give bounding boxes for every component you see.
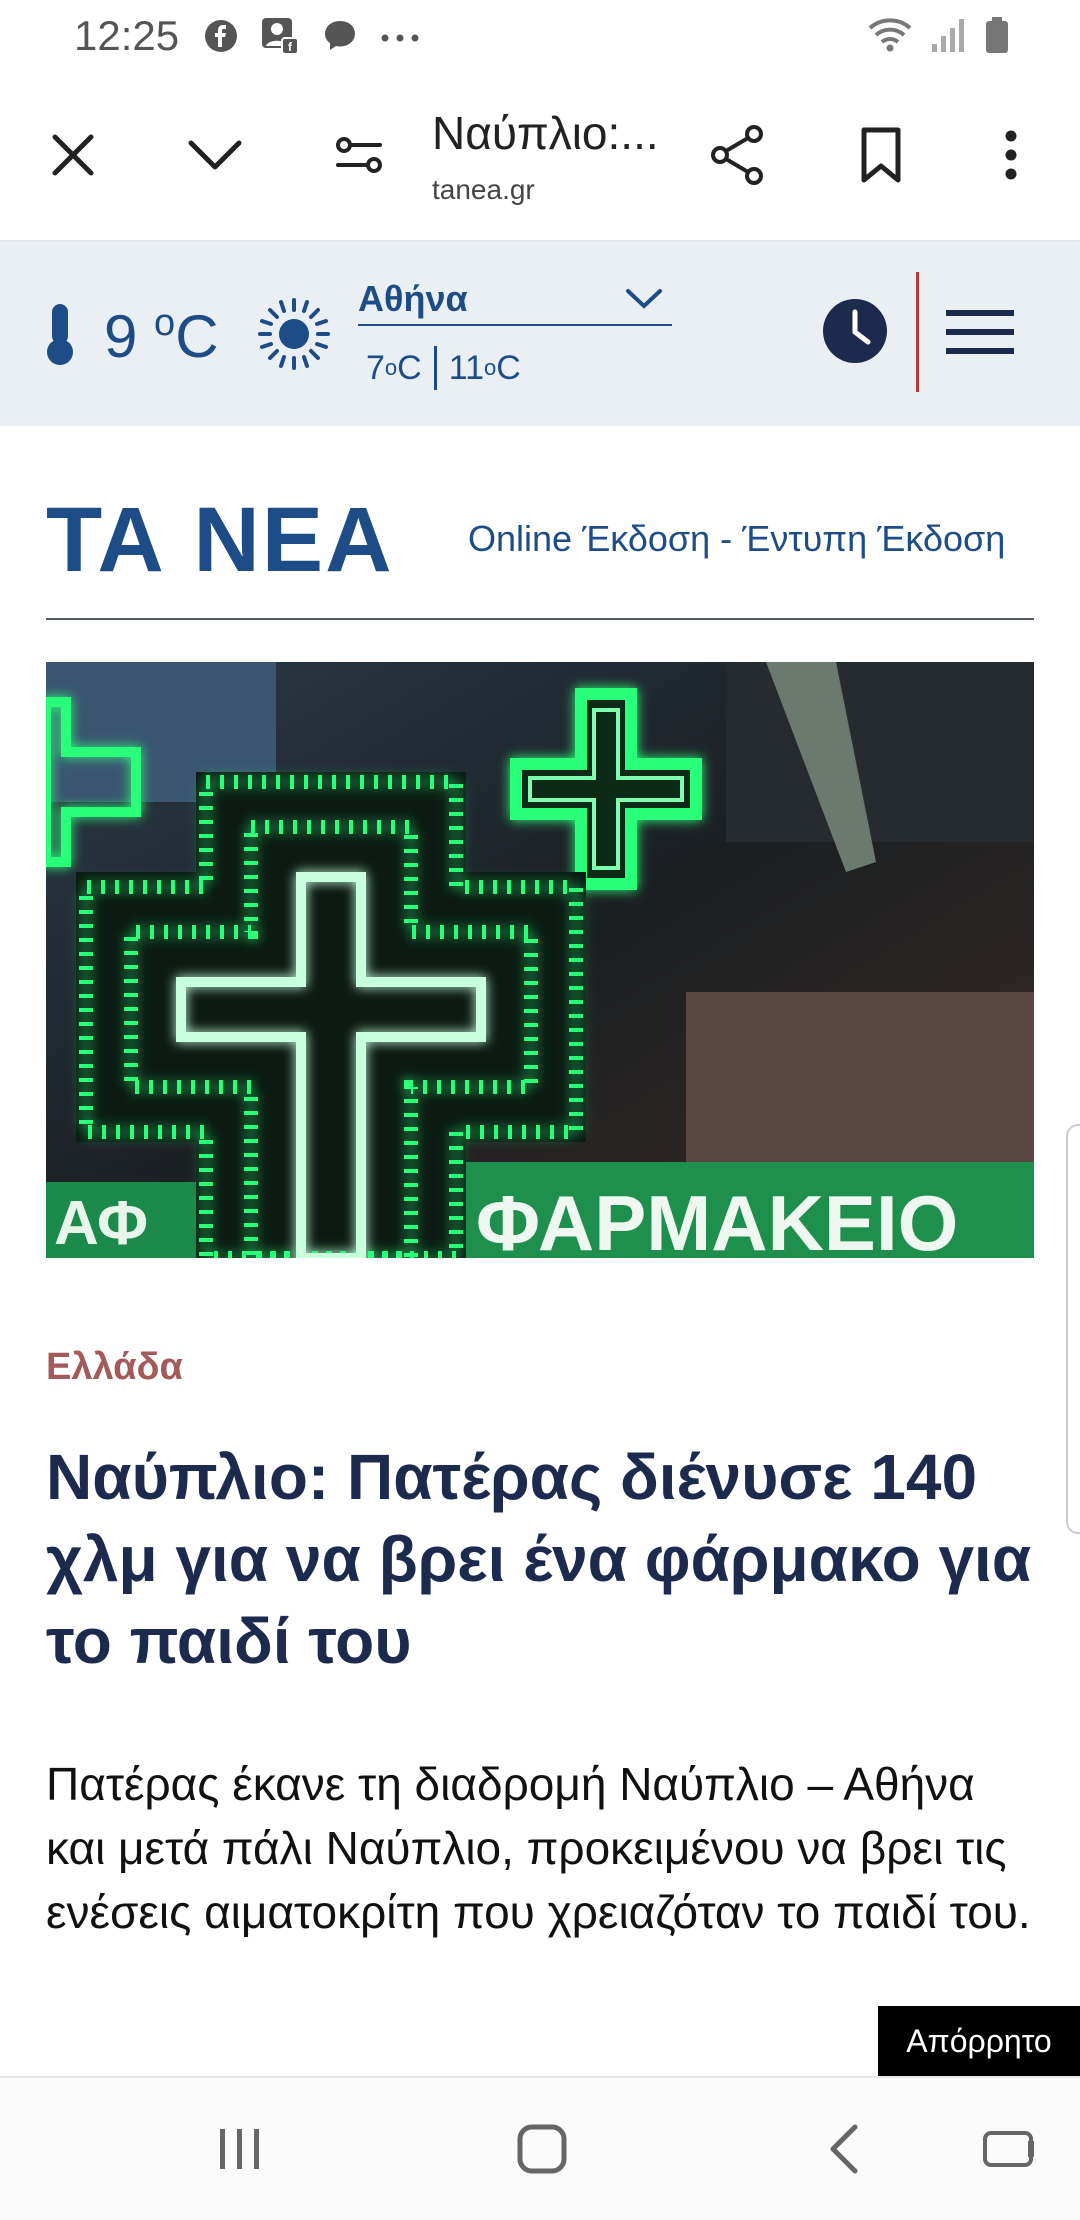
- current-temperature: 9 oC: [104, 302, 219, 371]
- browser-toolbar: Ναύπλιο:... tanea.gr: [0, 76, 1080, 242]
- more-options-button[interactable]: [966, 112, 1056, 202]
- back-icon: [827, 2123, 861, 2180]
- high-temp-unit: C: [496, 348, 521, 387]
- range-separator: [433, 346, 437, 390]
- chevron-down-icon: [624, 286, 664, 317]
- menu-button[interactable]: [944, 304, 1020, 360]
- current-temp-value: 9: [104, 303, 155, 370]
- clock-icon: [820, 299, 890, 370]
- battery-icon: [984, 16, 1010, 59]
- signal-icon: [930, 16, 968, 59]
- privacy-button[interactable]: Απόρρητο: [878, 2006, 1080, 2076]
- system-icons: [866, 16, 1010, 59]
- current-temp-degree: o: [154, 302, 176, 344]
- notification-icons: f: [204, 16, 420, 61]
- more-vertical-icon: [1004, 129, 1018, 186]
- bookmark-button[interactable]: [836, 112, 926, 202]
- city-name: Αθήνα: [358, 278, 468, 319]
- status-bar: 12:25 f: [0, 0, 1080, 76]
- more-dots-icon: [380, 30, 420, 48]
- high-temp-degree: o: [484, 355, 497, 380]
- facebook-icon: [204, 19, 238, 58]
- chevron-down-icon: [187, 137, 243, 178]
- temperature-range: 7oC 11 o C: [366, 346, 521, 390]
- minimize-tab-button[interactable]: [170, 112, 260, 202]
- home-button[interactable]: [502, 2116, 582, 2186]
- weather-bar: 9 oC Αθήνα 7oC 11 o C: [0, 242, 1080, 426]
- online-edition-link[interactable]: Online Έκδοση: [468, 518, 710, 559]
- divider: [916, 272, 919, 392]
- messenger-icon: [322, 18, 358, 59]
- home-icon: [516, 2123, 568, 2180]
- share-button[interactable]: [692, 112, 782, 202]
- back-button[interactable]: [804, 2116, 884, 2186]
- low-temp-value: 7: [366, 348, 385, 387]
- high-temp-value: 11: [448, 348, 485, 387]
- site-logo[interactable]: ΤΑ ΝΕΑ: [46, 488, 394, 593]
- article-hero-image[interactable]: ΑΦ ΦΑΡΜΑΚΕΙΟ: [46, 662, 1034, 1258]
- tab-title[interactable]: Ναύπλιο:...: [432, 106, 662, 160]
- article-category[interactable]: Ελλάδα: [46, 1346, 183, 1389]
- hamburger-menu-icon: [944, 310, 1016, 364]
- article-lead: Πατέρας έκανε τη διαδρομή Ναύπλιο – Αθήν…: [46, 1758, 1031, 1938]
- page-settings-icon: [334, 133, 384, 182]
- edge-panel-handle[interactable]: [1066, 1124, 1080, 1534]
- masthead-divider: [46, 618, 1034, 620]
- edition-separator: -: [710, 518, 743, 559]
- recent-apps-icon: [217, 2125, 263, 2178]
- wifi-icon: [866, 16, 914, 59]
- tab-url[interactable]: tanea.gr: [432, 174, 535, 206]
- low-temp-unit: C: [397, 348, 422, 387]
- print-edition-link[interactable]: Έντυπη Έκδοση: [742, 518, 1005, 559]
- sign-text-left: ΑΦ: [54, 1189, 148, 1258]
- article-headline: Ναύπλιο: Πατέρας διένυσε 140 χλμ για να …: [46, 1441, 1032, 1677]
- close-icon: [50, 132, 96, 183]
- latest-news-button[interactable]: [820, 296, 890, 366]
- keyboard-switch-button[interactable]: [970, 2116, 1050, 2186]
- pharmacy-sign-illustration: ΑΦ ΦΑΡΜΑΚΕΙΟ: [46, 662, 1034, 1258]
- close-tab-button[interactable]: [28, 112, 118, 202]
- sun-icon: [256, 296, 332, 377]
- recent-apps-button[interactable]: [200, 2116, 280, 2186]
- thermometer-icon: [42, 302, 78, 371]
- status-time: 12:25: [74, 12, 180, 59]
- share-icon: [708, 124, 766, 191]
- low-temp-degree: o: [384, 355, 398, 380]
- facebook-photo-icon: f: [260, 16, 300, 61]
- current-temp-unit: C: [175, 303, 219, 370]
- page-settings-button[interactable]: [314, 112, 404, 202]
- edition-links: Online Έκδοση - Έντυπη Έκδοση: [468, 518, 1005, 560]
- bookmark-icon: [859, 126, 903, 189]
- system-navigation-bar: [0, 2076, 1080, 2220]
- keyboard-switch-icon: [982, 2129, 1038, 2174]
- city-selector[interactable]: Αθήνα: [358, 278, 672, 326]
- sign-text: ΦΑΡΜΑΚΕΙΟ: [476, 1179, 958, 1258]
